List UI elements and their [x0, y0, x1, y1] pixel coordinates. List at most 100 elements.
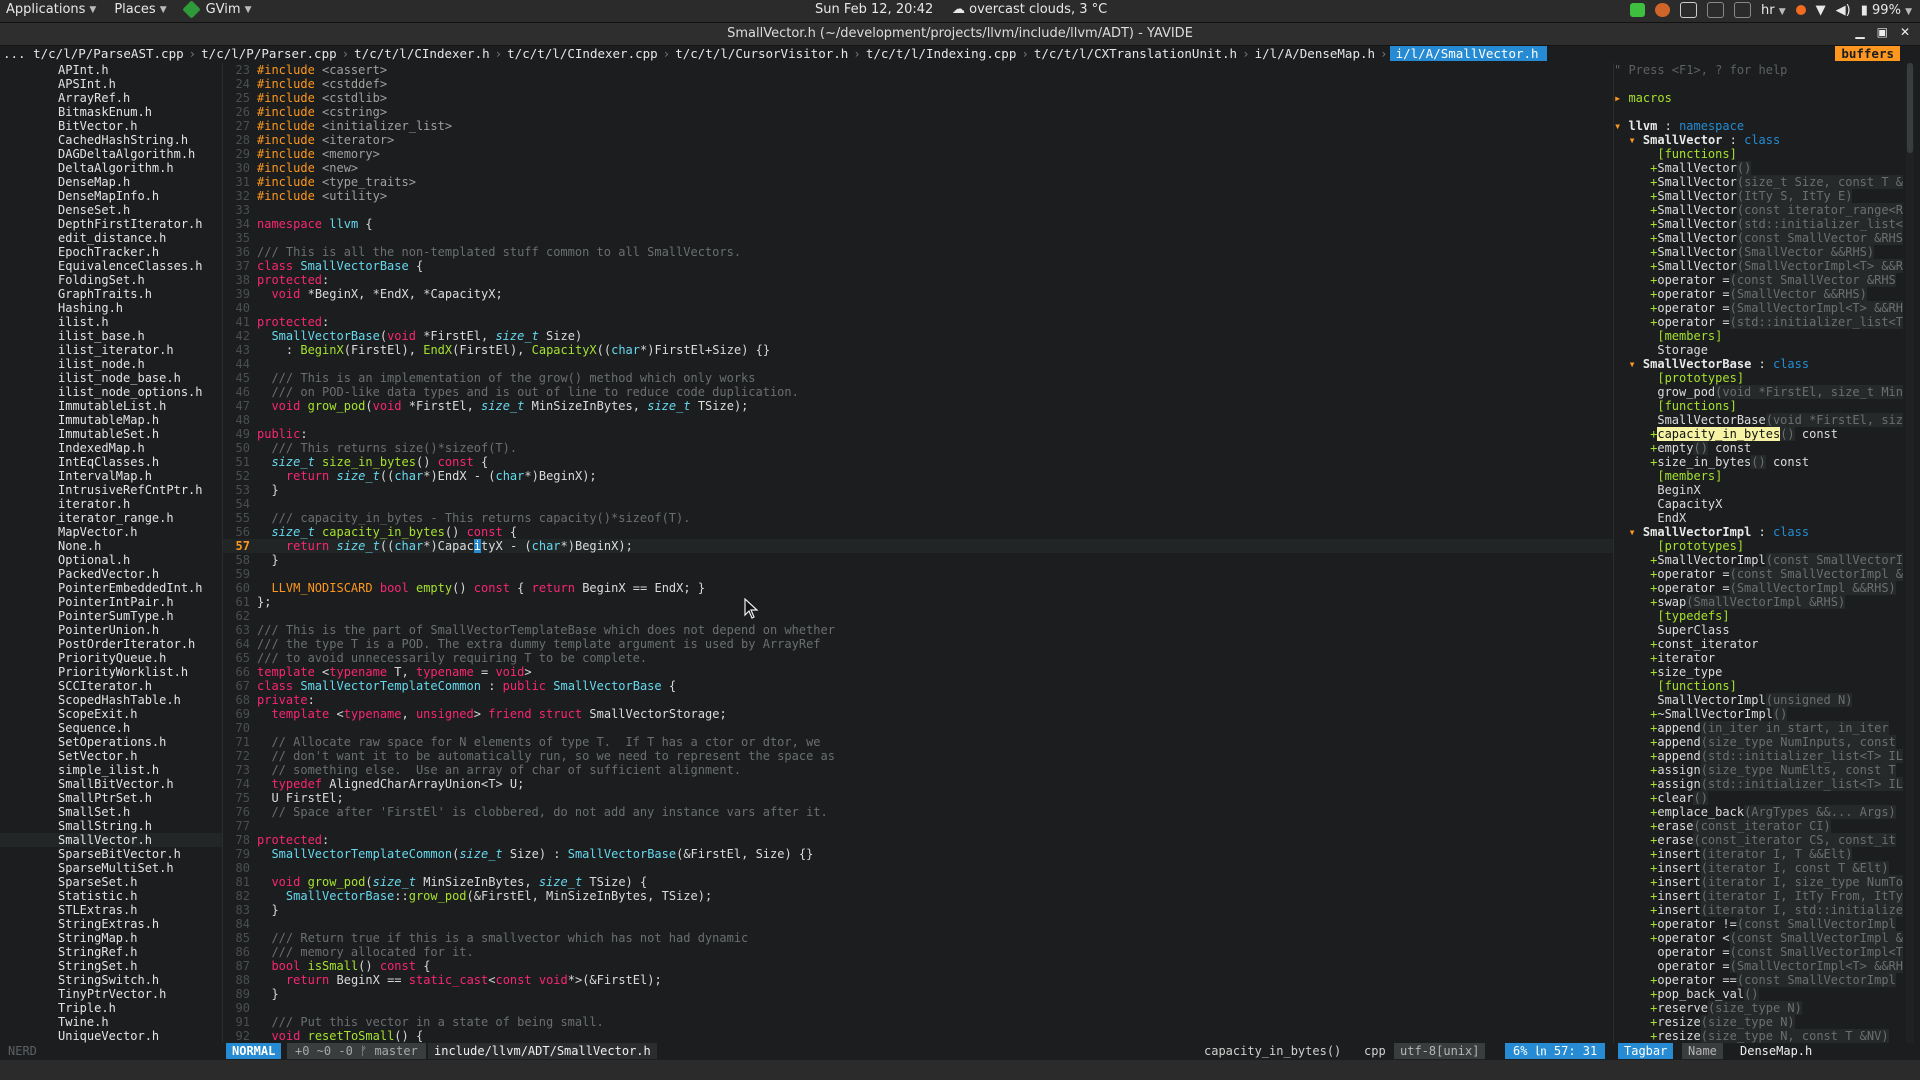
tagbar-tag[interactable]: +insert(iterator I, std::initialize — [1614, 903, 1904, 917]
code-line[interactable]: 39 void *BeginX, *EndX, *CapacityX; — [223, 287, 1613, 301]
code-line[interactable]: 52 return size_t((char*)EndX - (char*)Be… — [223, 469, 1613, 483]
code-line[interactable]: 50 /// This returns size()*sizeof(T). — [223, 441, 1613, 455]
code-line[interactable]: 29 #include <memory> — [223, 147, 1613, 161]
code-line[interactable]: 85 /// Return true if this is a smallvec… — [223, 931, 1613, 945]
tagbar-fold-macros[interactable]: ▸ macros — [1614, 91, 1904, 105]
tagbar-tag[interactable]: +insert(iterator I, const T &Elt) — [1614, 861, 1904, 875]
code-line[interactable]: 33 — [223, 203, 1613, 217]
code-line[interactable]: 65 /// to avoid unnecessarily requiring T… — [223, 651, 1613, 665]
tagbar-tag[interactable]: +SmallVector(ItTy S, ItTy E) — [1614, 189, 1904, 203]
file-tree-item[interactable]: SparseMultiSet.h — [0, 861, 222, 875]
file-tree-item[interactable]: CachedHashString.h — [0, 133, 222, 147]
file-tree-item[interactable]: DenseSet.h — [0, 203, 222, 217]
file-tree-item[interactable]: Optional.h — [0, 553, 222, 567]
file-tree-item[interactable]: MapVector.h — [0, 525, 222, 539]
tagbar-tag[interactable]: +insert(iterator I, size_type NumTo — [1614, 875, 1904, 889]
tagbar-tag[interactable]: +SmallVector(SmallVectorImpl<T> &&R — [1614, 259, 1904, 273]
code-line[interactable]: 23 #include <cassert> — [223, 63, 1613, 77]
code-line[interactable]: 48 — [223, 413, 1613, 427]
update-check-icon[interactable] — [1630, 3, 1645, 17]
tagbar-tag[interactable]: +const_iterator — [1614, 637, 1904, 651]
clipboard-icon[interactable] — [1707, 2, 1724, 18]
tagbar-tag[interactable]: +pop_back_val() — [1614, 987, 1904, 1001]
buffer-tab[interactable]: t/c/t/l/Indexing.cpp — [863, 46, 1020, 61]
tagbar-panel[interactable]: " Press <F1>, ? for help ▸ macros ▾ llvm :… — [1614, 63, 1904, 1043]
code-line[interactable]: 67 class SmallVectorTemplateCommon : publ… — [223, 679, 1613, 693]
clock[interactable]: Sun Feb 12, 20:42 — [815, 2, 933, 17]
minimize-icon[interactable]: ▁ — [1855, 25, 1864, 39]
tagbar-tag[interactable]: +SmallVector() — [1614, 161, 1904, 175]
file-tree-item[interactable]: PointerUnion.h — [0, 623, 222, 637]
code-line[interactable]: 49 public: — [223, 427, 1613, 441]
code-line[interactable]: 56 size_t capacity_in_bytes() const { — [223, 525, 1613, 539]
code-line[interactable]: 88 return BeginX == static_cast<const vo… — [223, 973, 1613, 987]
scrollbar-thumb[interactable] — [1907, 63, 1913, 153]
code-line[interactable]: 47 void grow_pod(void *FirstEl, size_t M… — [223, 399, 1613, 413]
file-tree-item[interactable]: ilist_node.h — [0, 357, 222, 371]
buffer-tab-active[interactable]: i/l/A/SmallVector.h — [1389, 46, 1547, 61]
code-line[interactable]: 63 /// This is the part of SmallVectorTem… — [223, 623, 1613, 637]
window-titlebar[interactable]: SmallVector.h (~/development/projects/ll… — [0, 23, 1920, 46]
close-icon[interactable]: ✕ — [1900, 25, 1910, 39]
code-line[interactable]: 64 /// the type T is a POD. The extra dum… — [223, 637, 1613, 651]
file-tree-item[interactable]: UniqueVector.h — [0, 1029, 222, 1043]
tagbar-tag[interactable]: +operator ==(const SmallVectorImpl — [1614, 973, 1904, 987]
code-line[interactable]: 51 size_t size_in_bytes() const { — [223, 455, 1613, 469]
code-line[interactable]: 58 } — [223, 553, 1613, 567]
code-line[interactable]: 59 — [223, 567, 1613, 581]
file-tree-item[interactable]: SmallBitVector.h — [0, 777, 222, 791]
file-tree-item[interactable]: FoldingSet.h — [0, 273, 222, 287]
notification-dot-icon[interactable] — [1795, 5, 1806, 15]
volume-icon[interactable]: ◀) — [1836, 3, 1851, 18]
file-tree-item[interactable]: ArrayRef.h — [0, 91, 222, 105]
tagbar-tag[interactable]: +operator =(std::initializer_list<T — [1614, 315, 1904, 329]
gvim-app-menu[interactable]: GVim ▼ — [181, 0, 252, 19]
code-line[interactable]: 46 /// on POD-like data types and is out… — [223, 385, 1613, 399]
file-tree-item[interactable]: IntEqClasses.h — [0, 455, 222, 469]
tagbar-tag[interactable]: SmallVectorImpl(unsigned N) — [1614, 693, 1904, 707]
tagbar-tag-highlighted[interactable]: +capacity_in_bytes() const — [1614, 427, 1904, 441]
code-line[interactable]: 79 SmallVectorTemplateCommon(size_t Size… — [223, 847, 1613, 861]
file-tree-item[interactable]: SetVector.h — [0, 749, 222, 763]
tagbar-tag[interactable]: BeginX — [1614, 483, 1904, 497]
file-tree-item[interactable]: ScopeExit.h — [0, 707, 222, 721]
firefox-icon[interactable] — [1655, 3, 1670, 17]
code-line[interactable]: 66 template <typename T, typename = void> — [223, 665, 1613, 679]
code-line[interactable]: 60 LLVM_NODISCARD bool empty() const { r… — [223, 581, 1613, 595]
file-tree-item[interactable]: SmallString.h — [0, 819, 222, 833]
code-line[interactable]: 75 U FirstEl; — [223, 791, 1613, 805]
tagbar-tag[interactable]: +empty() const — [1614, 441, 1904, 455]
file-tree-item[interactable]: iterator_range.h — [0, 511, 222, 525]
buffer-tab[interactable]: i/l/A/DenseMap.h — [1252, 46, 1378, 61]
buffer-tab[interactable]: t/c/t/l/CIndexer.cpp — [504, 46, 661, 61]
file-tree-item[interactable]: StringMap.h — [0, 931, 222, 945]
wifi-icon[interactable]: ▼ — [1816, 3, 1826, 18]
applications-menu[interactable]: Applications ▼ — [6, 2, 96, 17]
buffer-tab[interactable]: ... t/c/l/P/ParseAST.cpp — [0, 46, 187, 61]
code-line[interactable]: 83 } — [223, 903, 1613, 917]
tagbar-tag[interactable]: +resize(size_type N, const T &NV) — [1614, 1029, 1904, 1043]
tagbar-scrollbar[interactable] — [1906, 63, 1914, 1043]
file-tree-item[interactable]: PostOrderIterator.h — [0, 637, 222, 651]
tagbar-tag[interactable]: +SmallVector(const iterator_range<R — [1614, 203, 1904, 217]
file-tree-item[interactable]: Sequence.h — [0, 721, 222, 735]
code-line[interactable]: 35 — [223, 231, 1613, 245]
file-tree-item[interactable]: SCCIterator.h — [0, 679, 222, 693]
display-icon[interactable] — [1680, 2, 1697, 18]
code-line[interactable]: 77 — [223, 819, 1613, 833]
file-tree-item[interactable]: BitVector.h — [0, 119, 222, 133]
code-line[interactable]: 55 /// capacity_in_bytes - This returns … — [223, 511, 1613, 525]
places-menu[interactable]: Places ▼ — [114, 2, 166, 17]
tagbar-tag[interactable]: +clear() — [1614, 791, 1904, 805]
code-line[interactable]: 40 — [223, 301, 1613, 315]
code-line[interactable]: 82 SmallVectorBase::grow_pod(&FirstEl, M… — [223, 889, 1613, 903]
file-tree-item[interactable]: SetOperations.h — [0, 735, 222, 749]
code-line[interactable]: 37 class SmallVectorBase { — [223, 259, 1613, 273]
code-line[interactable]: 87 bool isSmall() const { — [223, 959, 1613, 973]
file-tree-item[interactable]: SparseSet.h — [0, 875, 222, 889]
tagbar-tag[interactable]: +operator =(const SmallVector &RHS — [1614, 273, 1904, 287]
code-line[interactable]: 89 } — [223, 987, 1613, 1001]
code-line[interactable]: 42 SmallVectorBase(void *FirstEl, size_t… — [223, 329, 1613, 343]
buffer-tab[interactable]: t/c/t/l/CXTranslationUnit.h — [1031, 46, 1240, 61]
file-tree-item[interactable]: EpochTracker.h — [0, 245, 222, 259]
